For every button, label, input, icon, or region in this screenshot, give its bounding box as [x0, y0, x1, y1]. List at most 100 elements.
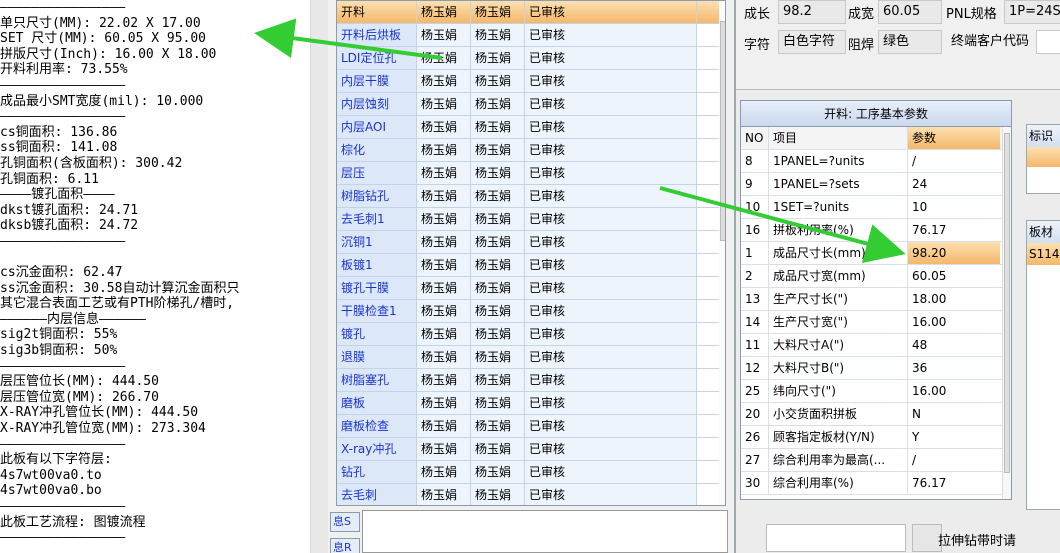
status-cell[interactable]: 已审核 — [525, 392, 697, 414]
reviewer-cell[interactable]: 杨玉娟 — [471, 162, 525, 184]
process-row[interactable]: 磨板 杨玉娟 杨玉娟 已审核 — [337, 392, 725, 415]
param-row[interactable]: 14 生产尺寸宽(") 16.00 — [741, 311, 1011, 334]
param-value-cell[interactable]: 76.17 — [908, 472, 1000, 494]
param-no-cell[interactable]: 20 — [741, 403, 769, 425]
process-row[interactable]: X-ray冲孔 杨玉娟 杨玉娟 已审核 — [337, 438, 725, 461]
operator-cell[interactable]: 杨玉娟 — [417, 323, 471, 345]
reviewer-cell[interactable]: 杨玉娟 — [471, 208, 525, 230]
process-row[interactable]: 镀孔 杨玉娟 杨玉娟 已审核 — [337, 323, 725, 346]
col-no-header[interactable]: NO — [741, 127, 769, 149]
param-row[interactable]: 25 纬向尺寸(") 16.00 — [741, 380, 1011, 403]
status-cell[interactable]: 已审核 — [525, 231, 697, 253]
process-row[interactable]: 镀孔干膜 杨玉娟 杨玉娟 已审核 — [337, 277, 725, 300]
status-cell[interactable]: 已审核 — [525, 369, 697, 391]
process-row[interactable]: 内层干膜 杨玉娟 杨玉娟 已审核 — [337, 70, 725, 93]
reviewer-cell[interactable]: 杨玉娟 — [471, 24, 525, 46]
status-cell[interactable]: 已审核 — [525, 93, 697, 115]
operator-cell[interactable]: 杨玉娟 — [417, 461, 471, 483]
param-item-cell[interactable]: 成品尺寸宽(mm) — [769, 265, 908, 287]
chengkuan-field[interactable]: 60.05 — [878, 0, 942, 24]
param-no-cell[interactable]: 26 — [741, 426, 769, 448]
param-no-cell[interactable]: 12 — [741, 357, 769, 379]
operator-cell[interactable]: 杨玉娟 — [417, 47, 471, 69]
param-item-cell[interactable]: 1PANEL=?units — [769, 150, 908, 172]
status-cell[interactable]: 已审核 — [525, 323, 697, 345]
param-item-cell[interactable]: 综合利用率(%) — [769, 472, 908, 494]
param-row[interactable]: 9 1PANEL=?sets 24 — [741, 173, 1011, 196]
status-cell[interactable]: 已审核 — [525, 47, 697, 69]
process-step-cell[interactable]: 内层干膜 — [337, 70, 417, 92]
operator-cell[interactable]: 杨玉娟 — [417, 300, 471, 322]
reviewer-cell[interactable]: 杨玉娟 — [471, 70, 525, 92]
process-step-cell[interactable]: 退膜 — [337, 346, 417, 368]
process-step-cell[interactable]: 去毛刺 — [337, 484, 417, 505]
reviewer-cell[interactable]: 杨玉娟 — [471, 1, 525, 23]
process-row[interactable]: 棕化 杨玉娟 杨玉娟 已审核 — [337, 139, 725, 162]
param-item-cell[interactable]: 大料尺寸B(") — [769, 357, 908, 379]
param-value-cell[interactable]: 76.17 — [908, 219, 1000, 241]
process-step-cell[interactable]: 镀孔干膜 — [337, 277, 417, 299]
process-step-cell[interactable]: 去毛刺1 — [337, 208, 417, 230]
operator-cell[interactable]: 杨玉娟 — [417, 162, 471, 184]
process-step-cell[interactable]: 镀孔 — [337, 323, 417, 345]
param-row[interactable]: 2 成品尺寸宽(mm) 60.05 — [741, 265, 1011, 288]
param-value-cell[interactable]: 98.20 — [908, 242, 1000, 264]
zifu-field[interactable]: 白色字符 — [778, 30, 846, 54]
status-cell[interactable]: 已审核 — [525, 208, 697, 230]
reviewer-cell[interactable]: 杨玉娟 — [471, 484, 525, 505]
summary-scrollbar[interactable] — [310, 0, 328, 553]
param-item-cell[interactable]: 顾客指定板材(Y/N) — [769, 426, 908, 448]
process-step-cell[interactable]: 钻孔 — [337, 461, 417, 483]
param-item-cell[interactable]: 成品尺寸长(mm) — [769, 242, 908, 264]
status-cell[interactable]: 已审核 — [525, 162, 697, 184]
param-value-cell[interactable]: N — [908, 403, 1000, 425]
process-step-cell[interactable]: 内层AOI — [337, 116, 417, 138]
reviewer-cell[interactable]: 杨玉娟 — [471, 323, 525, 345]
status-cell[interactable]: 已审核 — [525, 415, 697, 437]
param-scrollbar[interactable] — [1002, 127, 1011, 499]
operator-cell[interactable]: 杨玉娟 — [417, 139, 471, 161]
reviewer-cell[interactable]: 杨玉娟 — [471, 277, 525, 299]
param-row[interactable]: 16 拼板利用率(%) 76.17 — [741, 219, 1011, 242]
pnl-field[interactable]: 1P=24S — [1004, 0, 1060, 24]
process-step-cell[interactable]: 棕化 — [337, 139, 417, 161]
status-cell[interactable]: 已审核 — [525, 254, 697, 276]
reviewer-cell[interactable]: 杨玉娟 — [471, 231, 525, 253]
param-item-cell[interactable]: 纬向尺寸(") — [769, 380, 908, 402]
param-item-cell[interactable]: 小交货面积拼板 — [769, 403, 908, 425]
process-row[interactable]: 开料后烘板 杨玉娟 杨玉娟 已审核 — [337, 24, 725, 47]
param-item-cell[interactable]: 生产尺寸宽(") — [769, 311, 908, 333]
reviewer-cell[interactable]: 杨玉娟 — [471, 461, 525, 483]
process-row[interactable]: 板镀1 杨玉娟 杨玉娟 已审核 — [337, 254, 725, 277]
operator-cell[interactable]: 杨玉娟 — [417, 438, 471, 460]
process-row[interactable]: 开料 杨玉娟 杨玉娟 已审核 — [337, 1, 725, 24]
status-cell[interactable]: 已审核 — [525, 185, 697, 207]
process-step-cell[interactable]: 树脂钻孔 — [337, 185, 417, 207]
process-step-cell[interactable]: 树脂塞孔 — [337, 369, 417, 391]
board-material-value[interactable]: S114 — [1027, 243, 1060, 265]
reviewer-cell[interactable]: 杨玉娟 — [471, 415, 525, 437]
process-step-cell[interactable]: X-ray冲孔 — [337, 438, 417, 460]
scrollbar-thumb[interactable] — [1004, 133, 1010, 473]
process-grid-scrollbar[interactable] — [719, 1, 725, 505]
reviewer-cell[interactable]: 杨玉娟 — [471, 116, 525, 138]
param-row[interactable]: 27 综合利用率为最高(... / — [741, 449, 1011, 472]
status-cell[interactable]: 已审核 — [525, 346, 697, 368]
process-row[interactable]: 树脂塞孔 杨玉娟 杨玉娟 已审核 — [337, 369, 725, 392]
reviewer-cell[interactable]: 杨玉娟 — [471, 369, 525, 391]
reviewer-cell[interactable]: 杨玉娟 — [471, 185, 525, 207]
process-step-cell[interactable]: 沉铜1 — [337, 231, 417, 253]
operator-cell[interactable]: 杨玉娟 — [417, 93, 471, 115]
status-cell[interactable]: 已审核 — [525, 24, 697, 46]
param-value-cell[interactable]: 36 — [908, 357, 1000, 379]
operator-cell[interactable]: 杨玉娟 — [417, 484, 471, 505]
operator-cell[interactable]: 杨玉娟 — [417, 208, 471, 230]
param-row[interactable]: 12 大料尺寸B(") 36 — [741, 357, 1011, 380]
status-cell[interactable]: 已审核 — [525, 300, 697, 322]
reviewer-cell[interactable]: 杨玉娟 — [471, 346, 525, 368]
process-row[interactable]: LDI定位孔 杨玉娟 杨玉娟 已审核 — [337, 47, 725, 70]
status-cell[interactable]: 已审核 — [525, 1, 697, 23]
process-step-cell[interactable]: 磨板 — [337, 392, 417, 414]
param-no-cell[interactable]: 11 — [741, 334, 769, 356]
param-no-cell[interactable]: 9 — [741, 173, 769, 195]
